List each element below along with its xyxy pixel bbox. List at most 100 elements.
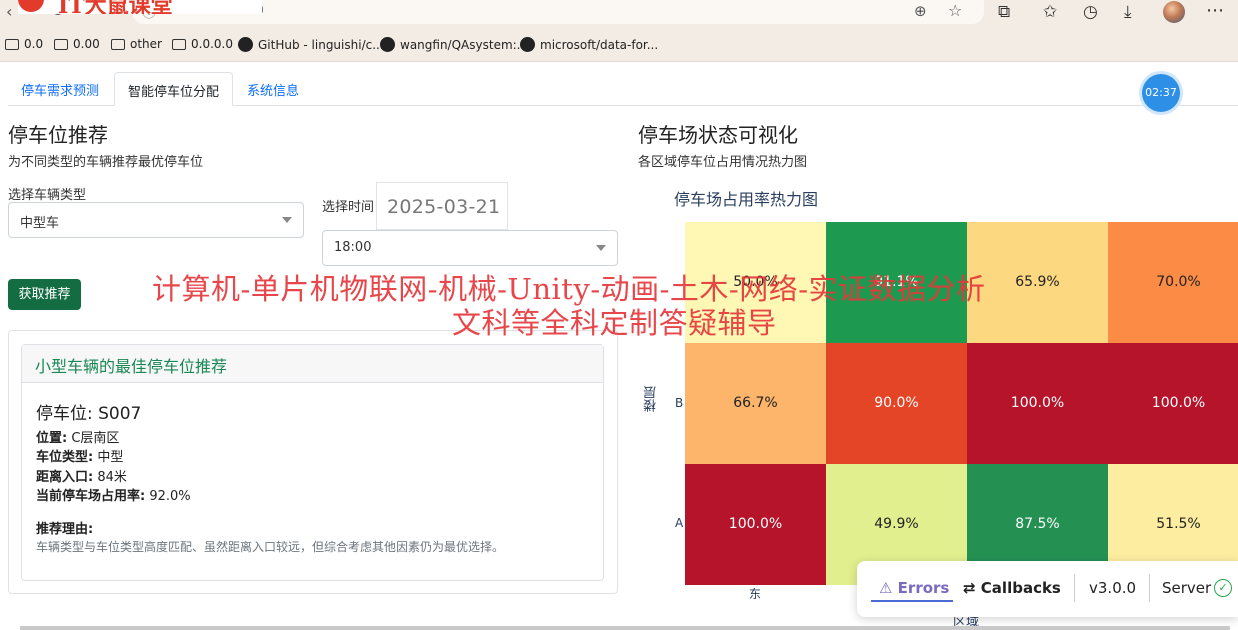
- tab-bar: 停车需求预测 智能停车位分配 系统信息: [8, 72, 1238, 106]
- visualization-title: 停车场状态可视化: [638, 123, 798, 147]
- bookmark-label: 0.00: [73, 37, 100, 51]
- callbacks-button[interactable]: ⇄ Callbacks: [963, 579, 1061, 597]
- favorites-icon[interactable]: ✩: [1043, 2, 1057, 22]
- check-circle-icon: ✓: [1214, 579, 1232, 597]
- profile-avatar[interactable]: [1163, 1, 1185, 23]
- reason-label: 推荐理由:: [36, 522, 94, 537]
- section-subtitle: 为不同类型的车辆推荐最优停车位: [8, 155, 204, 170]
- folder-icon: [54, 38, 68, 50]
- spot-type-line: 车位类型: 中型: [36, 446, 123, 465]
- heatmap-cell-label: 100.0%: [728, 516, 783, 532]
- back-arrow-icon[interactable]: ‹: [6, 2, 12, 21]
- spot-type-label: 车位类型:: [36, 450, 94, 465]
- heatmap-cell-label: 70.0%: [1156, 274, 1201, 290]
- bookmark-label: other: [130, 37, 162, 51]
- clock-badge: 02:37: [1142, 74, 1180, 112]
- card-title: 小型车辆的最佳停车位推荐: [35, 357, 228, 376]
- time-label: 选择时间: [322, 200, 375, 215]
- vehicle-type-dropdown[interactable]: 中型车: [8, 202, 304, 238]
- errors-underline: [871, 600, 953, 602]
- heatmap-cell[interactable]: 90.0%: [826, 343, 967, 464]
- bookmark-label: 0.0: [24, 37, 44, 51]
- visualization-subtitle: 各区域停车位占用情况热力图: [638, 155, 808, 170]
- y-tick-label: A: [675, 516, 684, 530]
- card-header: 小型车辆的最佳停车位推荐: [22, 345, 603, 383]
- heatmap-cell[interactable]: 65.9%: [967, 222, 1108, 343]
- history-icon[interactable]: ◷: [1083, 2, 1098, 22]
- bookmark-link[interactable]: microsoft/data-for...: [520, 37, 658, 52]
- heatmap-cell[interactable]: 70.0%: [1108, 222, 1238, 343]
- watermark-logo: IT大鼠课堂: [18, 0, 262, 14]
- watermark-logo-text: IT大鼠课堂: [58, 0, 173, 14]
- heatmap-title: 停车场占用率热力图: [674, 190, 819, 209]
- location-label: 位置:: [36, 431, 68, 446]
- tab-demand-forecast[interactable]: 停车需求预测: [8, 72, 112, 106]
- time-dropdown[interactable]: 18:00: [322, 230, 618, 266]
- time-value: 18:00: [334, 240, 372, 255]
- bookmark-link[interactable]: wangfin/QAsystem:...: [380, 37, 528, 52]
- divider: [1074, 574, 1075, 602]
- bookmarks-bar: 0.0 0.00 other 0.0.0.0 GitHub - linguish…: [0, 28, 1238, 62]
- heatmap-cell-label: 100.0%: [1010, 395, 1065, 411]
- section-title: 停车位推荐: [8, 123, 108, 147]
- errors-button[interactable]: ⚠ Errors: [879, 579, 949, 597]
- download-icon[interactable]: ⤓: [1124, 2, 1132, 22]
- more-menu-icon[interactable]: ⋯: [1206, 0, 1224, 21]
- bookmark-folder[interactable]: 0.0.0.0: [172, 37, 233, 51]
- heatmap-cell-label: 87.5%: [1015, 516, 1060, 532]
- tab-smart-allocation[interactable]: 智能停车位分配: [114, 72, 234, 106]
- distance-value: 84米: [93, 470, 127, 485]
- folder-icon: [172, 38, 186, 50]
- get-recommendation-button[interactable]: 获取推荐: [8, 279, 81, 310]
- location-line: 位置: C层南区: [36, 427, 119, 446]
- bookmark-label: wangfin/QAsystem:...: [400, 37, 529, 52]
- bookmark-link[interactable]: GitHub - linguishi/c...: [238, 37, 384, 52]
- heatmap-cell[interactable]: 100.0%: [685, 464, 826, 585]
- parking-spot-title: 停车位: S007: [36, 404, 142, 424]
- occupancy-label: 当前停车场占用率:: [36, 489, 146, 504]
- recommendation-card: 小型车辆的最佳停车位推荐 停车位: S007 位置: C层南区 车位类型: 中型…: [21, 344, 604, 581]
- version-text: v3.0.0: [1089, 579, 1137, 597]
- heatmap-cell[interactable]: 66.7%: [685, 343, 826, 464]
- heatmap-cell-label: 51.5%: [1156, 516, 1201, 532]
- occupancy-line: 当前停车场占用率: 92.0%: [36, 485, 191, 504]
- bookmark-folder[interactable]: other: [111, 37, 162, 51]
- distance-label: 距离入口:: [36, 470, 94, 485]
- reason-text: 车辆类型与车位类型高度匹配、虽然距离入口较远，但综合考虑其他因素仍为最优选择。: [36, 540, 505, 554]
- distance-line: 距离入口: 84米: [36, 466, 127, 485]
- warning-icon: ⚠: [879, 579, 898, 597]
- chevron-down-icon: [282, 217, 292, 223]
- y-tick-label: B: [675, 396, 684, 410]
- heatmap-cell-label: 100.0%: [1151, 395, 1206, 411]
- github-icon: [380, 37, 395, 52]
- bookmark-folder[interactable]: 0.0: [5, 37, 43, 51]
- chevron-down-icon: [596, 245, 606, 251]
- callbacks-label: Callbacks: [980, 579, 1061, 597]
- heatmap-cell[interactable]: 100.0%: [1108, 343, 1238, 464]
- folder-icon: [5, 38, 19, 50]
- y-axis-title: 楼层: [644, 386, 659, 412]
- bookmark-label: 0.0.0.0: [191, 37, 233, 51]
- extensions-icon[interactable]: ⧉: [998, 2, 1010, 22]
- heatmap-cell-label: 66.7%: [733, 395, 778, 411]
- watermark-logo-mark: [18, 0, 44, 12]
- divider: [1149, 574, 1150, 602]
- bookmark-label: GitHub - linguishi/c...: [258, 37, 384, 52]
- horizontal-scrollbar[interactable]: [20, 626, 1230, 630]
- server-status-text: Server: [1162, 579, 1212, 597]
- heatmap-cell[interactable]: 100.0%: [967, 343, 1108, 464]
- zoom-icon[interactable]: ⊕: [914, 2, 927, 20]
- favorite-star-icon[interactable]: ☆: [948, 1, 962, 20]
- dash-debug-menu: ⚠ Errors ⇄ Callbacks v3.0.0 Server ✓: [857, 561, 1238, 617]
- vehicle-type-label: 选择车辆类型: [8, 188, 87, 203]
- github-icon: [238, 37, 253, 52]
- tab-system-info[interactable]: 系统信息: [234, 72, 312, 106]
- watermark-text-line2: 文科等全科定制答疑辅导: [452, 306, 777, 340]
- location-value: C层南区: [67, 431, 120, 446]
- bookmark-folder[interactable]: 0.00: [54, 37, 100, 51]
- callbacks-icon: ⇄: [963, 579, 981, 597]
- heatmap-cell-label: 65.9%: [1015, 274, 1060, 290]
- occupancy-value: 92.0%: [145, 489, 191, 504]
- date-picker-input[interactable]: 2025-03-21: [376, 182, 508, 230]
- folder-icon: [111, 38, 125, 50]
